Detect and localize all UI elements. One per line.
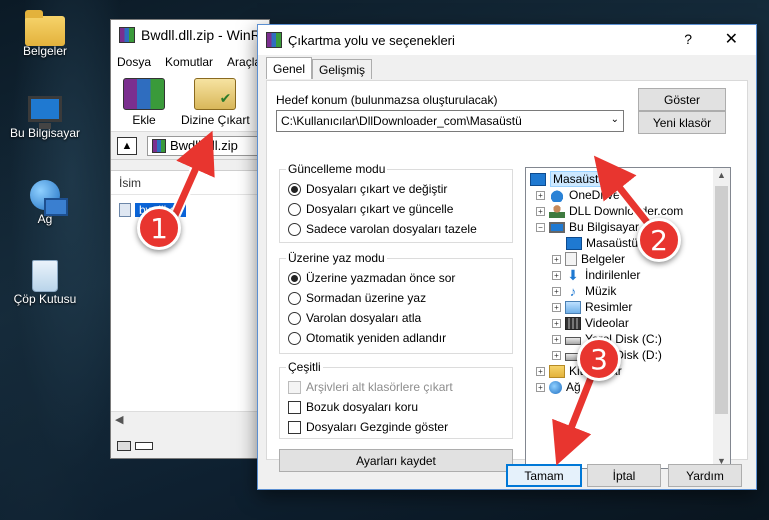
arrow-3 [552, 366, 598, 466]
step-badge-3: 3 [577, 337, 621, 381]
arrow-1 [168, 130, 215, 226]
step-badge-2: 2 [637, 218, 681, 262]
step-badge-1: 1 [137, 206, 181, 250]
arrow-2 [593, 155, 654, 230]
